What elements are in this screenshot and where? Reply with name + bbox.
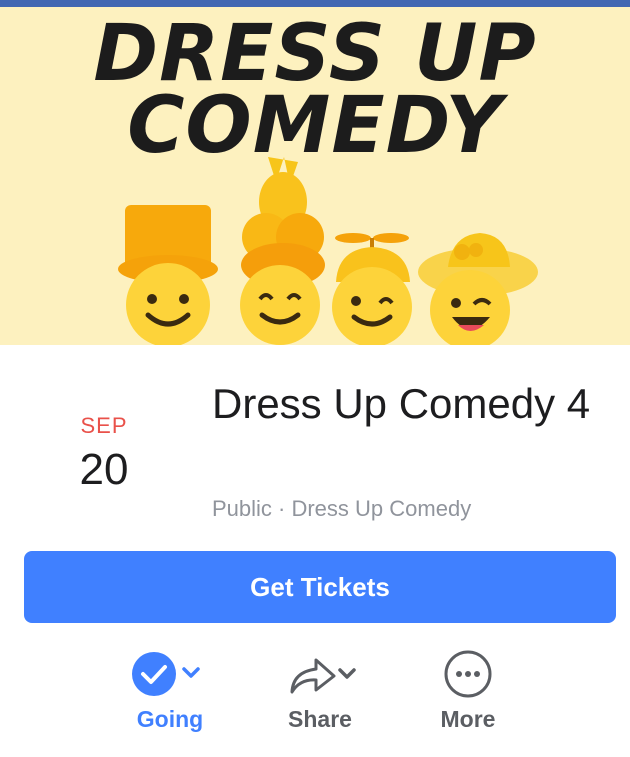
more-button[interactable]: More — [408, 648, 528, 733]
face-propeller-cap — [332, 233, 412, 345]
event-privacy-host[interactable]: Public · Dress Up Comedy — [212, 496, 471, 522]
share-arrow-icon — [290, 658, 356, 694]
share-label: Share — [288, 706, 352, 732]
going-button[interactable]: Going — [110, 648, 230, 733]
get-tickets-button[interactable]: Get Tickets — [24, 551, 616, 623]
face-fruit-hat — [240, 157, 325, 345]
face-sun-hat — [418, 233, 538, 345]
top-bar — [0, 0, 630, 7]
more-label: More — [440, 706, 496, 732]
chevron-down-icon — [182, 667, 200, 678]
event-date-month: SEP — [80, 413, 128, 438]
event-title: Dress Up Comedy 4 — [212, 380, 591, 427]
check-circle-icon — [132, 652, 200, 696]
going-label: Going — [136, 706, 204, 732]
more-dots-icon — [444, 650, 492, 698]
share-button[interactable]: Share — [260, 648, 380, 733]
face-top-hat — [118, 205, 218, 345]
event-date-day: 20 — [79, 445, 129, 494]
emoji-faces-illustration — [118, 157, 538, 345]
event-cover-image[interactable]: DRESS UP COMEDY — [0, 7, 630, 345]
chevron-down-icon — [338, 668, 356, 679]
